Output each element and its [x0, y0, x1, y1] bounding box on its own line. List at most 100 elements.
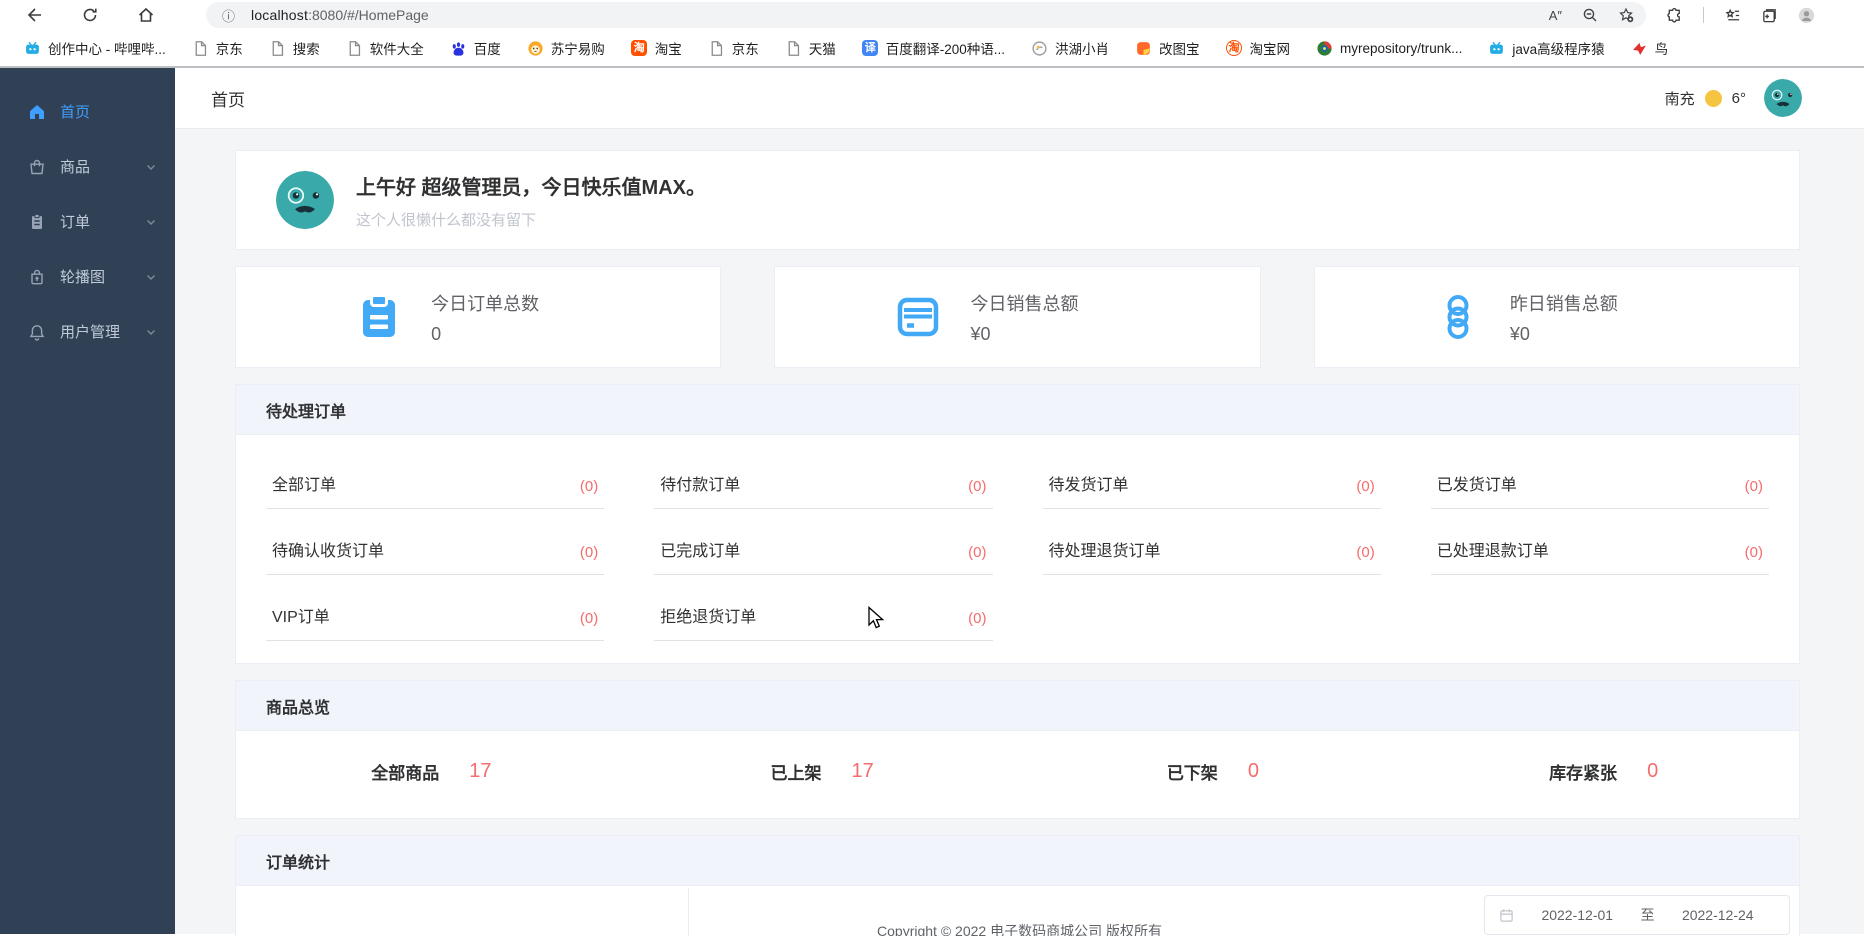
bookmark[interactable]: 创作中心 - 哔哩哔...	[16, 35, 174, 61]
page-icon	[708, 40, 725, 57]
bookmark[interactable]: 天猫	[777, 35, 844, 61]
pending-item-confirm-receipt[interactable]: 待确认收货订单(0)	[266, 509, 604, 575]
greeting-title: 上午好 超级管理员，今日快乐值MAX。	[356, 171, 706, 200]
baidu-translate-icon: 译	[862, 40, 879, 57]
page-icon	[269, 40, 286, 57]
read-aloud-icon[interactable]: A″	[1549, 8, 1562, 23]
user-avatar[interactable]	[1764, 79, 1802, 117]
clipboard-icon	[355, 293, 403, 341]
bilibili-icon	[1488, 40, 1505, 57]
overview-low-stock[interactable]: 库存紧张0	[1408, 759, 1799, 784]
user-bell-icon	[28, 323, 46, 341]
chevron-down-icon	[145, 216, 157, 228]
bookmark[interactable]: 苏宁易购	[519, 35, 613, 61]
bird-icon	[1631, 40, 1648, 57]
stat-card-today-orders: 今日订单总数 0	[235, 266, 721, 368]
honghu-icon	[1031, 40, 1048, 57]
bookmark[interactable]: 译 百度翻译-200种语...	[854, 35, 1013, 61]
bookmark[interactable]: 京东	[184, 35, 251, 61]
bookmark[interactable]: 鸟	[1623, 35, 1677, 61]
bookmark[interactable]: 淘 淘宝网	[1218, 35, 1299, 61]
screen: ⓘ localhost:8080/#/HomePage A″ 创作中心 - 哔哩…	[0, 0, 1864, 936]
overview-off-shelf[interactable]: 已下架0	[1018, 759, 1409, 784]
site-info-icon[interactable]: ⓘ	[222, 6, 235, 25]
chevron-down-icon	[145, 326, 157, 338]
add-favorite-icon[interactable]	[1618, 7, 1634, 23]
page-icon	[785, 40, 802, 57]
bookmark[interactable]: java高级程序猿	[1480, 35, 1612, 61]
bookmark[interactable]: 改图宝	[1127, 35, 1208, 61]
bank-card-icon	[894, 293, 942, 341]
suning-lion-icon	[527, 40, 544, 57]
content: 上午好 超级管理员，今日快乐值MAX。 这个人很懒什么都没有留下 今日订单总数 …	[175, 129, 1864, 936]
back-icon[interactable]	[24, 5, 44, 25]
home-button-icon[interactable]	[136, 5, 156, 25]
pending-item-return-pending[interactable]: 待处理退货订单(0)	[1043, 509, 1381, 575]
sidebar-item-users[interactable]: 用户管理	[0, 304, 175, 359]
pending-count: (0)	[580, 478, 598, 495]
pending-item-all[interactable]: 全部订单(0)	[266, 443, 604, 509]
pending-count: (0)	[580, 610, 598, 627]
sidebar: 首页 商品 订单 轮播图 用户管理	[0, 68, 175, 934]
bookmark[interactable]: 京东	[700, 35, 767, 61]
stat-card-today-sales: 今日销售总额 ¥0	[774, 266, 1260, 368]
taobao-icon: 淘	[631, 40, 648, 57]
panel-title: 订单统计	[236, 836, 1799, 886]
panel-title: 待处理订单	[236, 385, 1799, 435]
weather-city: 南充	[1665, 88, 1695, 109]
page-icon	[192, 40, 209, 57]
pending-item-refund-processed[interactable]: 已处理退款订单(0)	[1431, 509, 1769, 575]
chevron-down-icon	[145, 161, 157, 173]
bookmark[interactable]: 软件大全	[338, 35, 432, 61]
app-header: 首页 南充 6°	[175, 68, 1864, 129]
browser-actions	[1666, 7, 1815, 24]
sidebar-item-home[interactable]: 首页	[0, 84, 175, 139]
stat-value: ¥0	[1510, 324, 1680, 345]
refresh-icon[interactable]	[80, 5, 100, 25]
stat-label: 今日销售总额	[970, 290, 1140, 316]
pending-count: (0)	[580, 544, 598, 561]
overview-on-shelf[interactable]: 已上架17	[627, 759, 1018, 784]
sidebar-item-carousel[interactable]: 轮播图	[0, 249, 175, 304]
bookmark[interactable]: 百度	[442, 35, 509, 61]
pending-count: (0)	[968, 478, 986, 495]
carousel-bag-icon	[28, 268, 46, 286]
panel-title: 商品总览	[236, 681, 1799, 731]
overview-all-products[interactable]: 全部商品17	[236, 759, 627, 784]
bookmark[interactable]: 淘 淘宝	[623, 35, 690, 61]
page-icon	[346, 40, 363, 57]
svn-repo-icon	[1316, 40, 1333, 57]
browser-profile-avatar[interactable]	[1798, 7, 1815, 24]
pending-count: (0)	[1356, 478, 1374, 495]
coins-icon	[1434, 293, 1482, 341]
pending-item-vip[interactable]: VIP订单(0)	[266, 575, 604, 641]
pending-count: (0)	[968, 610, 986, 627]
sidebar-item-orders[interactable]: 订单	[0, 194, 175, 249]
pending-item-to-ship[interactable]: 待发货订单(0)	[1043, 443, 1381, 509]
pending-item-shipped[interactable]: 已发货订单(0)	[1431, 443, 1769, 509]
greeting-avatar	[276, 171, 334, 229]
collections-icon[interactable]	[1761, 7, 1778, 24]
pending-item-return-rejected[interactable]: 拒绝退货订单(0)	[654, 575, 992, 641]
pending-item-unpaid[interactable]: 待付款订单(0)	[654, 443, 992, 509]
url-path: :8080/#/HomePage	[308, 7, 429, 23]
bookmark[interactable]: myrepository/trunk...	[1308, 37, 1470, 60]
sidebar-item-goods[interactable]: 商品	[0, 139, 175, 194]
greeting-card: 上午好 超级管理员，今日快乐值MAX。 这个人很懒什么都没有留下	[235, 150, 1800, 250]
toolbar-divider	[1703, 7, 1704, 23]
address-bar[interactable]: ⓘ localhost:8080/#/HomePage A″	[206, 2, 1646, 28]
stat-value: ¥0	[970, 324, 1140, 345]
pending-item-completed[interactable]: 已完成订单(0)	[654, 509, 992, 575]
bookmark[interactable]: 搜索	[261, 35, 328, 61]
gaitubao-icon	[1135, 40, 1152, 57]
favorites-hub-icon[interactable]	[1724, 7, 1741, 24]
bookmark[interactable]: 洪湖小肖	[1023, 35, 1117, 61]
pending-count: (0)	[1745, 478, 1763, 495]
stat-label: 今日订单总数	[431, 290, 601, 316]
chevron-down-icon	[145, 271, 157, 283]
pending-count: (0)	[1745, 544, 1763, 561]
stat-cards: 今日订单总数 0 今日销售总额 ¥0 昨日销	[235, 266, 1800, 368]
extensions-icon[interactable]	[1666, 7, 1683, 24]
stat-card-yesterday-sales: 昨日销售总额 ¥0	[1314, 266, 1800, 368]
zoom-out-icon[interactable]	[1582, 7, 1598, 23]
